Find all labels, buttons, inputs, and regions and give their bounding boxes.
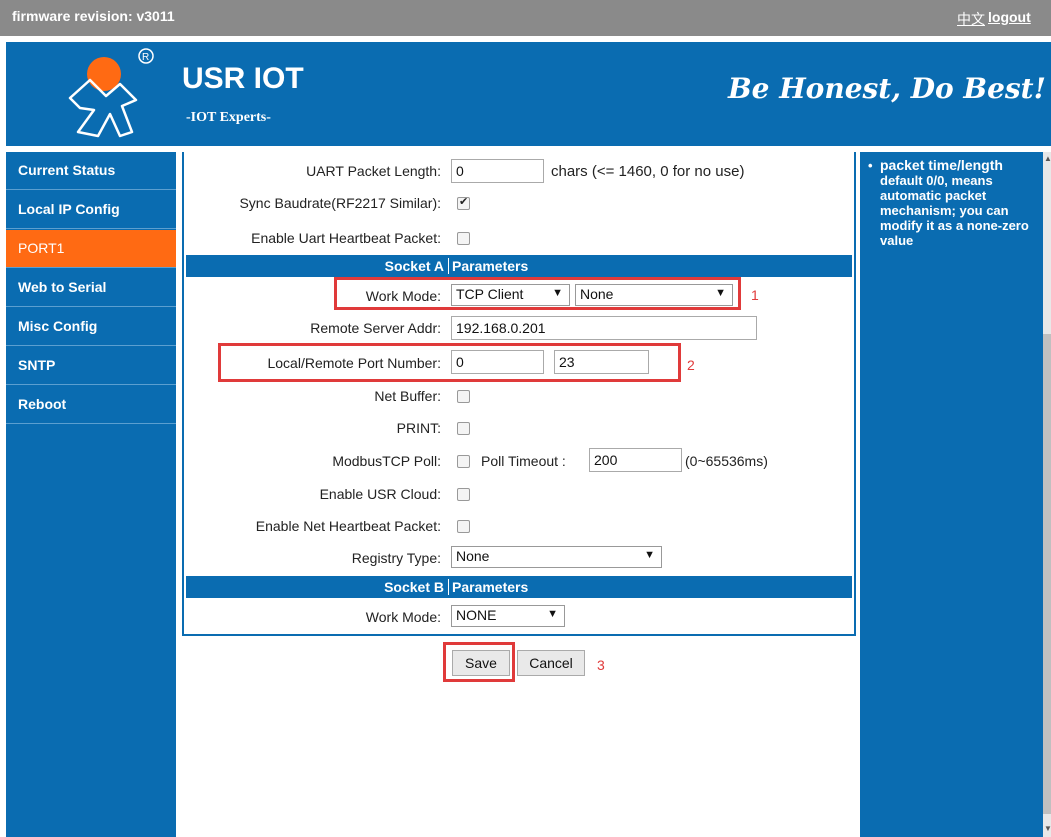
annotation-box-2 xyxy=(218,343,681,382)
help-text: • packet time/length default 0/0, means … xyxy=(868,157,1038,249)
work-mode-b-label: Work Mode: xyxy=(365,609,441,625)
sidebar-item-local-ip-config[interactable]: Local IP Config xyxy=(6,191,176,229)
remote-server-label: Remote Server Addr: xyxy=(310,320,441,336)
modbus-poll-checkbox[interactable] xyxy=(457,455,470,468)
annotation-number-3: 3 xyxy=(597,657,605,673)
annotation-number-2: 2 xyxy=(687,357,695,373)
help-panel xyxy=(860,152,1043,837)
net-buffer-checkbox[interactable] xyxy=(457,390,470,403)
sync-baudrate-label: Sync Baudrate(RF2217 Similar): xyxy=(239,195,441,211)
annotation-box-3 xyxy=(443,642,515,682)
sidebar-item-current-status[interactable]: Current Status xyxy=(6,152,176,190)
sidebar-item-reboot[interactable]: Reboot xyxy=(6,386,176,424)
sync-baudrate-checkbox[interactable] xyxy=(457,195,470,210)
uart-heartbeat-checkbox[interactable] xyxy=(457,232,470,245)
svg-text:R: R xyxy=(142,52,149,63)
chevron-down-icon: ▼ xyxy=(644,549,655,561)
work-mode-b-value: NONE xyxy=(456,607,497,623)
uart-packet-length-input[interactable]: 0 xyxy=(451,159,544,183)
socket-a-title: Socket A xyxy=(384,258,444,274)
annotation-box-1 xyxy=(334,277,741,310)
firmware-revision: firmware revision: v3011 xyxy=(12,8,175,24)
sidebar-item-web-to-serial[interactable]: Web to Serial xyxy=(6,269,176,307)
scroll-down-icon[interactable]: ▼ xyxy=(1044,824,1051,833)
annotation-number-1: 1 xyxy=(751,287,759,303)
remote-server-input[interactable]: 192.168.0.201 xyxy=(451,316,757,340)
socket-b-params: Parameters xyxy=(448,579,528,595)
bullet-icon: • xyxy=(868,158,873,173)
socket-a-header: Socket A Parameters xyxy=(186,255,852,277)
net-buffer-label: Net Buffer: xyxy=(374,388,441,404)
poll-timeout-hint: (0~65536ms) xyxy=(685,453,768,469)
registry-type-label: Registry Type: xyxy=(351,550,441,566)
brand-name: USR IOT xyxy=(182,62,304,95)
socket-a-params: Parameters xyxy=(448,258,528,274)
runner-logo-icon: R xyxy=(68,48,154,138)
socket-b-header: Socket B Parameters xyxy=(186,576,852,598)
help-title: packet time/length xyxy=(880,157,1003,173)
socket-b-title: Socket B xyxy=(384,579,444,595)
language-link[interactable]: 中文 xyxy=(957,9,985,29)
usr-cloud-checkbox[interactable] xyxy=(457,488,470,501)
poll-timeout-label: Poll Timeout : xyxy=(481,453,566,469)
poll-timeout-input[interactable]: 200 xyxy=(589,448,682,472)
scroll-up-icon[interactable]: ▲ xyxy=(1044,154,1051,163)
uart-heartbeat-label: Enable Uart Heartbeat Packet: xyxy=(251,230,441,246)
usr-cloud-label: Enable USR Cloud: xyxy=(319,486,441,502)
motto: Be Honest, Do Best! xyxy=(728,72,1046,105)
uart-packet-length-hint: chars (<= 1460, 0 for no use) xyxy=(551,163,745,180)
registry-type-value: None xyxy=(456,548,490,564)
scrollbar-thumb[interactable] xyxy=(1043,334,1051,814)
sidebar-item-misc-config[interactable]: Misc Config xyxy=(6,308,176,346)
net-heartbeat-checkbox[interactable] xyxy=(457,520,470,533)
net-heartbeat-label: Enable Net Heartbeat Packet: xyxy=(255,518,441,534)
help-body: default 0/0, means automatic packet mech… xyxy=(880,173,1029,248)
modbus-poll-label: ModbusTCP Poll: xyxy=(332,453,441,469)
logout-link[interactable]: logout xyxy=(988,9,1031,25)
print-label: PRINT: xyxy=(396,420,441,436)
brand-tagline: -IOT Experts- xyxy=(186,110,271,125)
registry-type-select[interactable]: None ▼ xyxy=(451,546,662,568)
cancel-button[interactable]: Cancel xyxy=(517,650,585,676)
print-checkbox[interactable] xyxy=(457,422,470,435)
work-mode-b-select[interactable]: NONE ▼ xyxy=(451,605,565,627)
sidebar-item-port1[interactable]: PORT1 xyxy=(6,230,176,268)
chevron-down-icon: ▼ xyxy=(547,608,558,620)
uart-packet-length-label: UART Packet Length: xyxy=(306,163,441,179)
sidebar-item-sntp[interactable]: SNTP xyxy=(6,347,176,385)
